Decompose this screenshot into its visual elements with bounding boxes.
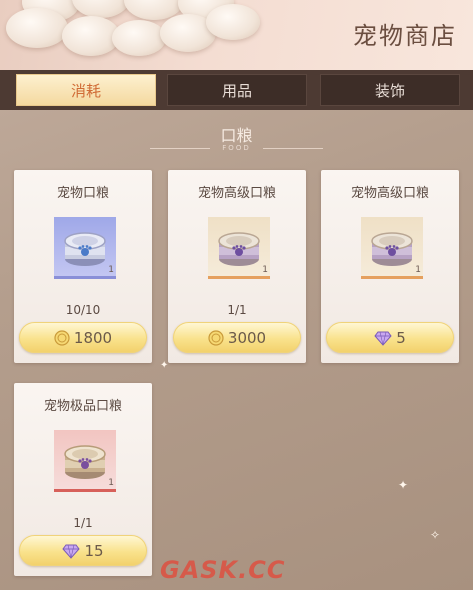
item-quantity: 1 [262,265,268,275]
item-quantity: 1 [108,265,114,275]
shop-item-card[interactable]: 宠物高级口粮 1 1/1 3000 [168,170,306,363]
item-name: 宠物口粮 [56,186,109,201]
price-value: 3000 [227,328,267,347]
sparkle-icon: ✦ [398,478,409,492]
stock-count: 10/10 [65,303,101,317]
plate-decoration [206,4,260,40]
buy-button[interactable]: 5 [326,322,454,353]
item-icon-frame: 1 [208,217,270,279]
diamond-icon [374,331,392,346]
price-value: 15 [84,541,104,560]
watermark: GASK.CC [160,556,286,584]
shop-item-card[interactable]: 宠物口粮 1 10/10 1800 [14,170,152,363]
coin-icon [54,329,70,346]
item-icon-frame: 1 [361,217,423,279]
stock-count: 1/1 [227,303,247,317]
buy-button[interactable]: 3000 [173,322,301,353]
coin-icon [208,329,224,346]
shop-item-card[interactable]: 宠物极品口粮 1 1/1 15 [14,383,152,576]
item-name: 宠物高级口粮 [197,186,276,201]
item-quantity: 1 [108,478,114,488]
buy-button[interactable]: 1800 [19,322,147,353]
pet-food-can-icon [218,232,260,266]
item-icon-frame: 1 [54,217,116,279]
section-subtitle: FOOD [222,144,251,152]
tab-decorations[interactable]: 装饰 [320,74,460,106]
page-title: 宠物商店 [353,22,457,50]
plate-decoration [112,20,166,56]
item-name: 宠物极品口粮 [43,399,122,414]
item-quantity: 1 [415,265,421,275]
pet-food-can-icon [64,232,106,266]
diamond-icon [62,544,81,559]
item-name: 宠物高级口粮 [350,186,429,201]
sparkle-icon: ✧ [430,528,441,542]
price-value: 5 [396,328,406,347]
shop-header: 宠物商店 [0,0,473,70]
tab-supplies[interactable]: 用品 [167,74,307,106]
sparkle-icon: ✦ [160,360,169,371]
shop-item-card[interactable]: 宠物高级口粮 1 5 [321,170,459,363]
category-tabbar: 消耗 用品 装饰 [0,70,473,110]
pet-food-can-icon [371,232,413,266]
price-value: 1800 [73,328,113,347]
tab-consumables[interactable]: 消耗 [16,74,156,106]
plate-decoration [6,8,68,48]
item-icon-frame: 1 [54,430,116,492]
pet-food-can-icon [64,445,106,479]
plate-decoration [72,0,130,18]
buy-button[interactable]: 15 [19,535,147,566]
stock-count: 1/1 [73,516,93,530]
section-title: 口粮 [220,126,253,145]
